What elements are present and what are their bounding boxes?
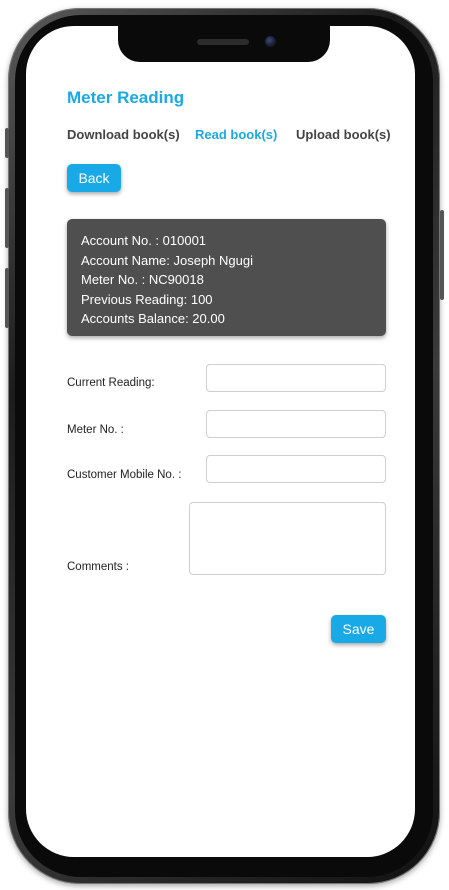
app-screen [26,26,415,857]
volume-up-button [5,188,9,248]
mute-switch [5,128,9,158]
front-camera-icon [265,36,276,47]
save-button[interactable]: Save [331,615,386,643]
tab-read-books[interactable]: Read book(s) [195,127,277,142]
meter-no-input[interactable] [206,410,386,438]
account-number: Account No. : 010001 [81,233,207,248]
meter-number: Meter No. : NC90018 [81,272,204,288]
volume-down-button [5,268,9,328]
back-button[interactable]: Back [67,164,121,192]
account-info-card: Account No. : 010001 Account Name: Josep… [67,219,386,336]
comments-label: Comments : [67,561,129,573]
page-title: Meter Reading [67,88,185,107]
tab-upload-books[interactable]: Upload book(s) [296,127,391,142]
speaker-grille [197,39,249,45]
current-reading-label: Current Reading: [67,377,155,389]
customer-mobile-input[interactable] [206,455,386,483]
accounts-balance: Accounts Balance: 20.00 [81,311,225,327]
current-reading-input[interactable] [206,364,386,392]
meter-no-label: Meter No. : [67,424,124,436]
customer-mobile-label: Customer Mobile No. : [67,469,182,481]
comments-textarea[interactable] [189,502,386,575]
account-name: Account Name: Joseph Ngugi [81,252,253,268]
previous-reading: Previous Reading: 100 [81,291,213,307]
power-button [440,210,444,300]
tab-download-books[interactable]: Download book(s) [67,127,180,142]
